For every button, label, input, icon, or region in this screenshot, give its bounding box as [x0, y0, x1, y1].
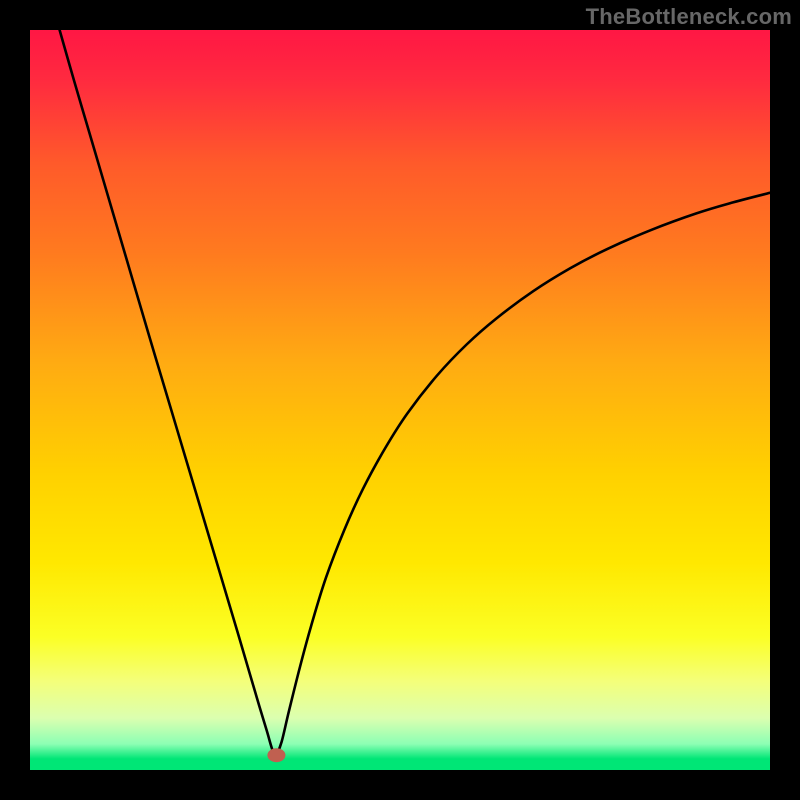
chart-frame	[30, 30, 770, 770]
gradient-background	[30, 30, 770, 770]
minimum-marker	[267, 748, 285, 762]
bottleneck-chart	[30, 30, 770, 770]
watermark-text: TheBottleneck.com	[586, 4, 792, 30]
